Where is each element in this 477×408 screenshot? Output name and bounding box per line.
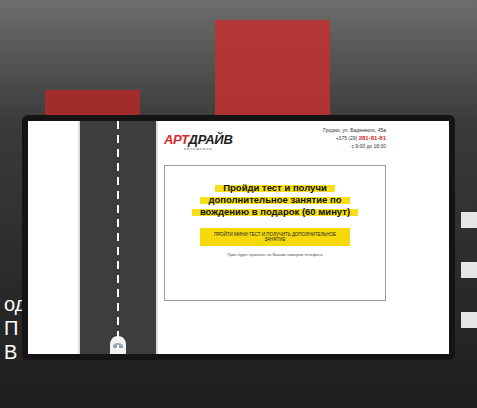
decor-square bbox=[461, 312, 477, 328]
heading-line: дополнительное занятие по bbox=[200, 194, 349, 206]
phone[interactable]: +375 (29) 281-81-81 bbox=[336, 135, 386, 141]
logo-part: АРТ bbox=[164, 132, 189, 147]
test-button[interactable]: ПРОЙТИ МИНИ-ТЕСТ И ПОЛУЧИТЬ ДОПОЛНИТЕЛЬН… bbox=[200, 228, 350, 246]
logo[interactable]: АРТДРАЙВавтошкола bbox=[164, 127, 232, 151]
promo-box: Пройди тест и получидополнительное занят… bbox=[164, 165, 386, 301]
contacts: Гродно, ул. Баденного, 45а +375 (29) 281-… bbox=[323, 127, 386, 149]
logo-part: ДРАЙВ bbox=[189, 132, 233, 147]
promo-heading: Пройди тест и получидополнительное занят… bbox=[192, 182, 358, 218]
screen-frame: АРТДРАЙВавтошкола Гродно, ул. Баденного, … bbox=[22, 115, 455, 360]
heading-line: вождению в подарок (60 минут) bbox=[192, 206, 358, 218]
prize-note: Приз будет привязан за Вашим номером тел… bbox=[227, 252, 322, 257]
decor-square bbox=[461, 262, 477, 278]
lane-line bbox=[117, 121, 119, 354]
banner: одПВАРТДРАЙВавтошколаГродно, ул. Баденно… bbox=[0, 0, 477, 408]
logo-subtitle: автошкола bbox=[184, 146, 213, 151]
phone-number[interactable]: 281-81-81 bbox=[359, 135, 386, 141]
page-margin bbox=[28, 121, 78, 354]
page-header: АРТДРАЙВавтошкола Гродно, ул. Баденного, … bbox=[164, 127, 386, 151]
address: Гродно, ул. Баденного, 45а bbox=[323, 127, 386, 133]
decor-square bbox=[461, 212, 477, 228]
web-page: АРТДРАЙВавтошкола Гродно, ул. Баденного, … bbox=[158, 121, 449, 354]
logo-name: АРТДРАЙВ bbox=[164, 133, 232, 146]
road bbox=[78, 121, 158, 354]
heading-line: Пройди тест и получи bbox=[215, 182, 335, 194]
decor-squares bbox=[461, 212, 477, 328]
hours: с 9:00 до 18:00 bbox=[351, 143, 386, 149]
